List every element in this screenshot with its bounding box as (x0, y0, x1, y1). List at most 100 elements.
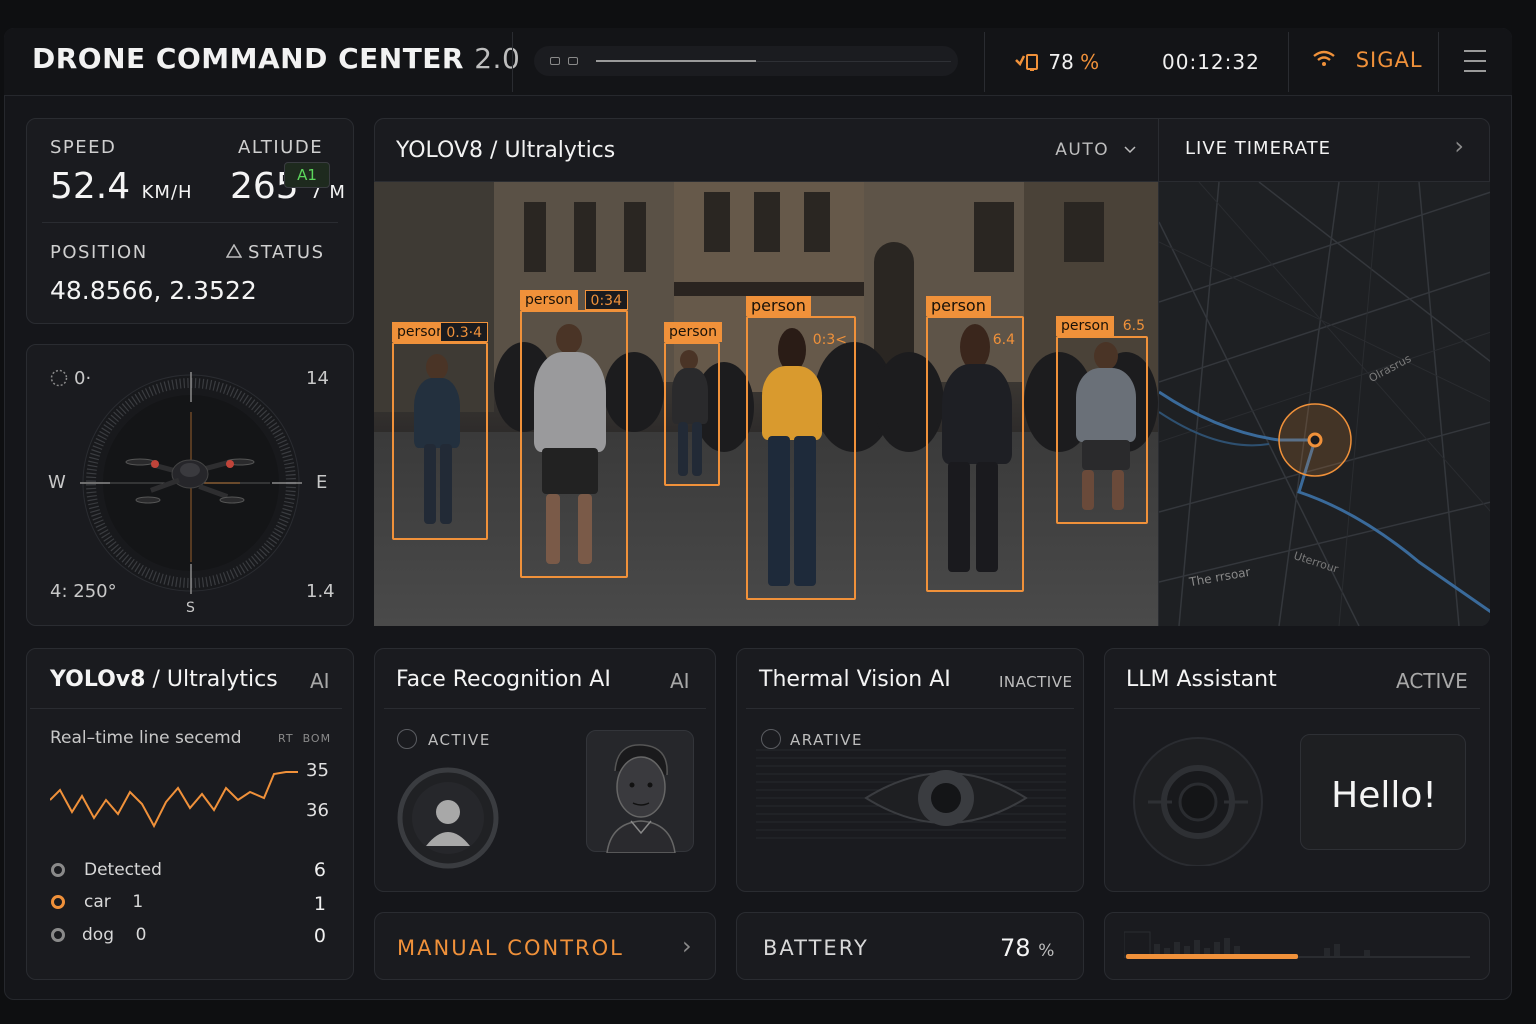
square-icon (550, 57, 560, 65)
divider (1114, 708, 1480, 709)
detection-label: person (520, 290, 578, 310)
bom-label: BOM (302, 732, 332, 745)
rt-label: RT (278, 732, 294, 745)
battery-icon (1015, 54, 1038, 71)
position-value: 48.8566, 2.3522 (50, 276, 257, 305)
divider (42, 222, 338, 223)
window (754, 192, 780, 252)
signal-meter (1124, 931, 1470, 959)
detection-box[interactable]: person 0:3< (746, 296, 856, 600)
divider (1288, 32, 1289, 92)
chevron-right-icon: › (682, 932, 692, 960)
detection-box[interactable]: person 0:34 (520, 290, 628, 578)
feed-title: YOLOV8 / Ultralytics (396, 138, 615, 163)
battery-readout: 78 % (1000, 934, 1054, 962)
camera-feed[interactable]: person 0.3·4 person 0:34 person person 0… (374, 182, 1158, 626)
chevron-right-icon[interactable]: › (1454, 132, 1464, 160)
feed-header: YOLOV8 / Ultralytics AUTO (374, 118, 1158, 182)
chevron-down-icon (1124, 146, 1136, 154)
llm-tag: ACTIVE (1396, 669, 1468, 693)
detection-box[interactable]: person 6.4 (926, 296, 1024, 592)
target-icon (50, 369, 68, 387)
legend-detected-value: 6 (313, 859, 326, 881)
battery-unit: % (1080, 50, 1100, 74)
speed-unit: KM/H (141, 182, 193, 203)
window (624, 202, 646, 272)
warning-triangle-icon (225, 243, 243, 258)
window (704, 192, 730, 252)
face-thumbnail (586, 730, 694, 854)
window (574, 202, 596, 272)
flight-timer: 00:12:32 (1162, 50, 1260, 74)
legend-car-value: 1 (313, 893, 326, 915)
detection-label: person (664, 322, 722, 342)
wifi-icon (1313, 50, 1335, 66)
detection-confidence: 6.4 (992, 332, 1015, 348)
legend-car-name: car (84, 892, 111, 912)
map-header: LIVE TIMERATE › (1158, 118, 1490, 182)
detection-box[interactable]: person 6.5 (1056, 316, 1148, 524)
face-tag: AI (670, 669, 690, 693)
status-label-wrap: STATUS (225, 242, 325, 263)
legend-dog-value: 0 (313, 925, 326, 947)
window (974, 202, 1014, 272)
app-title: DRONE COMMAND CENTER 2.0 (32, 42, 520, 75)
feed-model: YOLOV8 (396, 138, 484, 163)
divider (746, 708, 1074, 709)
yolo-panel-title: YOLOv8 / Ultralytics (50, 667, 278, 692)
detection-box[interactable]: person (664, 322, 722, 486)
square-icon (568, 57, 578, 65)
altitude-label: ALTIUDE (238, 137, 324, 158)
chat-message: Hello! (1331, 775, 1437, 816)
face-status-radio[interactable] (397, 729, 417, 749)
legend-car-count: 1 (132, 892, 144, 912)
feed-sep: / (490, 138, 498, 163)
detection-sparkline (50, 771, 298, 829)
compass-bottom-right: 1.4 (306, 581, 335, 602)
position-label: POSITION (50, 242, 148, 263)
detection-label: person (746, 296, 811, 316)
compass-west: W (48, 472, 66, 493)
legend-detected: Detected (84, 860, 162, 880)
microphone-orb-icon[interactable] (1132, 736, 1270, 866)
status-badge: A1 (284, 162, 330, 188)
sparkline-bottom-value: 36 (306, 800, 329, 821)
manual-control-label: MANUAL CONTROL (397, 936, 624, 960)
detection-confidence: 0:3< (812, 332, 847, 348)
speed-readout: 52.4 KM/H (50, 166, 193, 207)
window (1064, 202, 1104, 262)
car-legend-dot (51, 895, 65, 909)
progress-fill (596, 60, 756, 62)
feed-provider: Ultralytics (504, 138, 616, 163)
yolo-model: YOLOv8 (50, 667, 146, 692)
yolo-sep: / (152, 667, 160, 692)
compass-east: E (316, 472, 328, 493)
thermal-tag: INACTIVE (999, 673, 1073, 691)
divider (512, 32, 513, 92)
yolo-metric-labels: RT BOM (278, 732, 331, 745)
status-label: STATUS (248, 242, 325, 263)
battery-footer-unit: % (1038, 941, 1055, 961)
legend-dog: dog 0 (82, 925, 146, 945)
detection-box[interactable]: person 0.3·4 (392, 322, 488, 540)
app-title-text: DRONE COMMAND CENTER (32, 42, 464, 75)
compass-top-right: 14 (306, 368, 329, 389)
awning (674, 282, 864, 296)
signal-label: SIGAL (1355, 48, 1423, 72)
detection-confidence: 6.5 (1122, 318, 1145, 334)
speed-label: SPEED (50, 137, 117, 158)
legend-dog-name: dog (82, 925, 114, 945)
mission-progress[interactable] (534, 46, 958, 76)
divider (384, 708, 706, 709)
battery-value: 78 (1048, 50, 1074, 74)
hamburger-menu-icon[interactable] (1464, 50, 1486, 74)
mode-dropdown[interactable]: AUTO (1055, 140, 1136, 160)
drone-icon (125, 458, 255, 504)
chat-bubble: Hello! (1300, 734, 1466, 850)
live-map[interactable]: The rrsoar Uterrour Olrasrus (1158, 182, 1490, 626)
map-title: LIVE TIMERATE (1185, 138, 1332, 159)
detected-legend-dot (51, 863, 65, 877)
divider (30, 708, 342, 709)
battery-footer-value: 78 (1000, 934, 1031, 962)
yolo-provider: Ultralytics (166, 667, 278, 692)
